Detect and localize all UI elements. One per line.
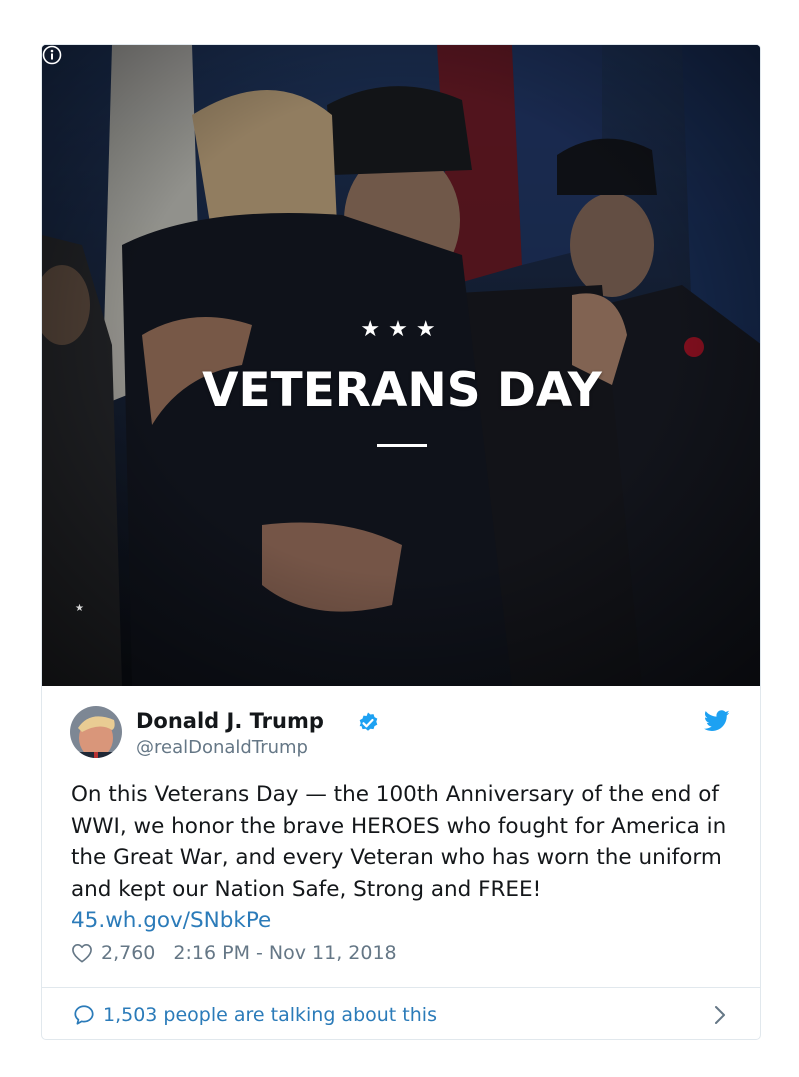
stars-decoration: ★★★ [360, 317, 444, 342]
like-count[interactable]: 2,760 [101, 942, 155, 964]
image-headline: VETERANS DAY [202, 363, 602, 418]
tweet-embed-card: ★★★ VETERANS DAY ★ Donald J. Trump @real… [41, 44, 761, 1040]
author-name[interactable]: Donald J. Trump [136, 709, 324, 733]
tweet-media-image[interactable]: ★★★ VETERANS DAY ★ [42, 45, 760, 686]
twitter-bird-icon[interactable] [704, 710, 730, 732]
author-handle[interactable]: @realDonaldTrump [136, 737, 308, 758]
heart-icon[interactable] [71, 943, 93, 963]
tweet-text-body: On this Veterans Day — the 100th Anniver… [71, 782, 727, 902]
divider [42, 987, 760, 988]
headline-underline [377, 444, 427, 447]
avatar[interactable] [70, 706, 122, 758]
corner-star-icon: ★ [75, 603, 84, 614]
verified-badge-icon [359, 712, 378, 731]
tweet-meta: 2,760 2:16 PM - Nov 11, 2018 [71, 942, 397, 964]
avatar-image [70, 706, 122, 758]
tweet-text: On this Veterans Day — the 100th Anniver… [71, 779, 741, 937]
conversation-link[interactable]: 1,503 people are talking about this [73, 1002, 733, 1028]
chevron-right-icon[interactable] [713, 1004, 727, 1026]
tweet-timestamp[interactable]: 2:16 PM - Nov 11, 2018 [173, 942, 396, 964]
comment-bubble-icon [74, 1005, 94, 1025]
conversation-count-label: 1,503 people are talking about this [103, 1004, 437, 1026]
info-circle-icon[interactable] [42, 45, 62, 65]
tweet-link[interactable]: 45.wh.gov/SNbkPe [71, 908, 271, 933]
